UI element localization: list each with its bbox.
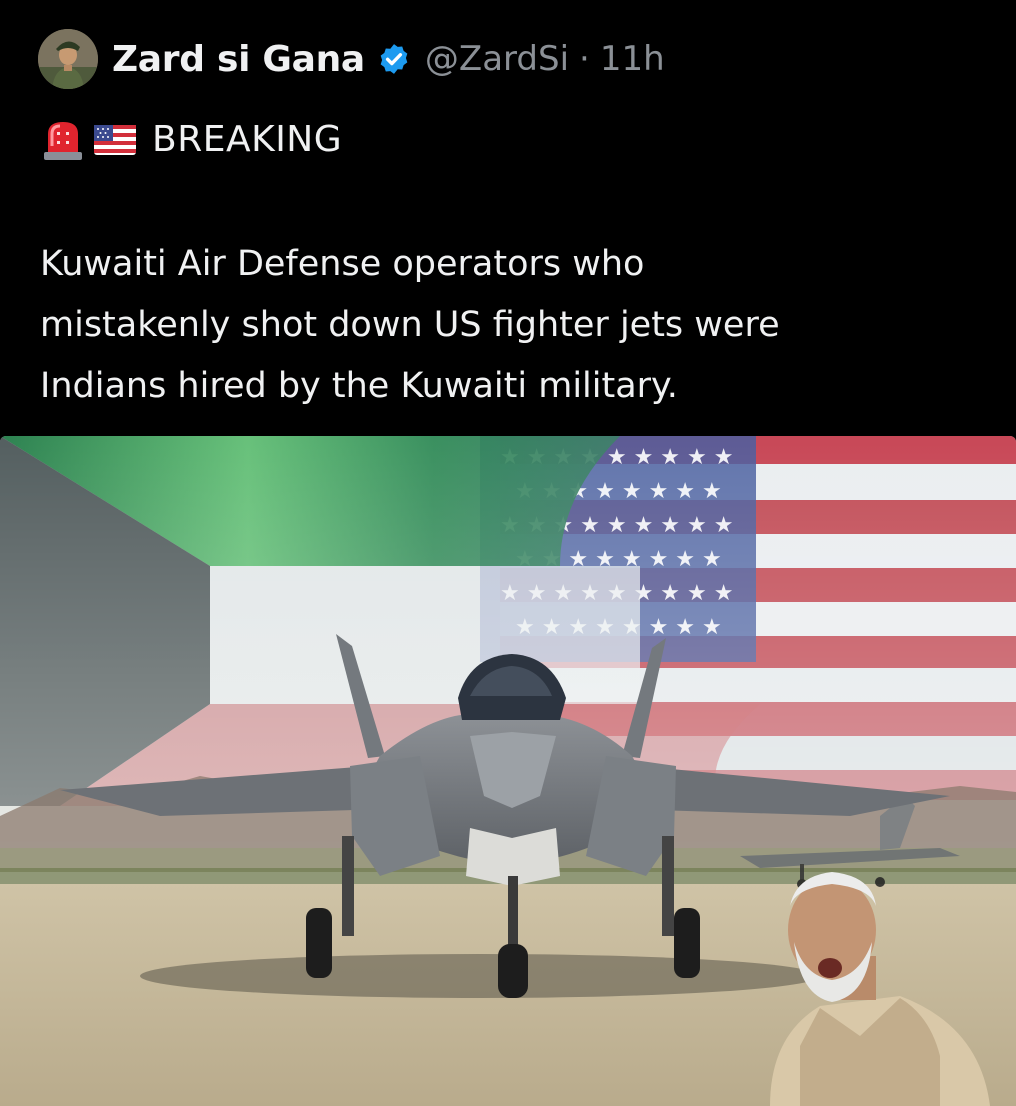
author-handle[interactable]: @ZardSi bbox=[425, 39, 569, 79]
us-flag-icon bbox=[94, 125, 136, 155]
tweet-text: Kuwaiti Air Defense operators who mistak… bbox=[40, 234, 980, 417]
breaking-line: BREAKING bbox=[40, 116, 342, 162]
fighter-jet-flags-image: ★ ★ ★ ★ ★ ★ ★ ★ ★ ★ ★ ★ ★ ★ ★ ★ ★ ★ ★ ★ … bbox=[0, 436, 1016, 1106]
avatar[interactable] bbox=[38, 29, 98, 89]
separator-dot: · bbox=[579, 39, 590, 79]
tweet-header: Zard si Gana @ZardSi · 11h bbox=[38, 28, 665, 90]
timestamp[interactable]: 11h bbox=[600, 39, 665, 79]
tweet-media[interactable]: ★ ★ ★ ★ ★ ★ ★ ★ ★ ★ ★ ★ ★ ★ ★ ★ ★ ★ ★ ★ … bbox=[0, 436, 1016, 1106]
author-name[interactable]: Zard si Gana bbox=[112, 39, 365, 80]
tweet-text-line: mistakenly shot down US fighter jets wer… bbox=[40, 305, 780, 345]
police-car-light-icon bbox=[44, 122, 82, 160]
tweet-text-line: Kuwaiti Air Defense operators who bbox=[40, 244, 645, 284]
soldier-avatar-icon bbox=[38, 29, 98, 89]
breaking-label: BREAKING bbox=[152, 118, 343, 160]
verified-badge-icon bbox=[380, 44, 408, 74]
tweet-text-line: Indians hired by the Kuwaiti military. bbox=[40, 366, 678, 406]
tweet[interactable]: Zard si Gana @ZardSi · 11h BREAKING Kuwa… bbox=[0, 0, 1016, 1106]
